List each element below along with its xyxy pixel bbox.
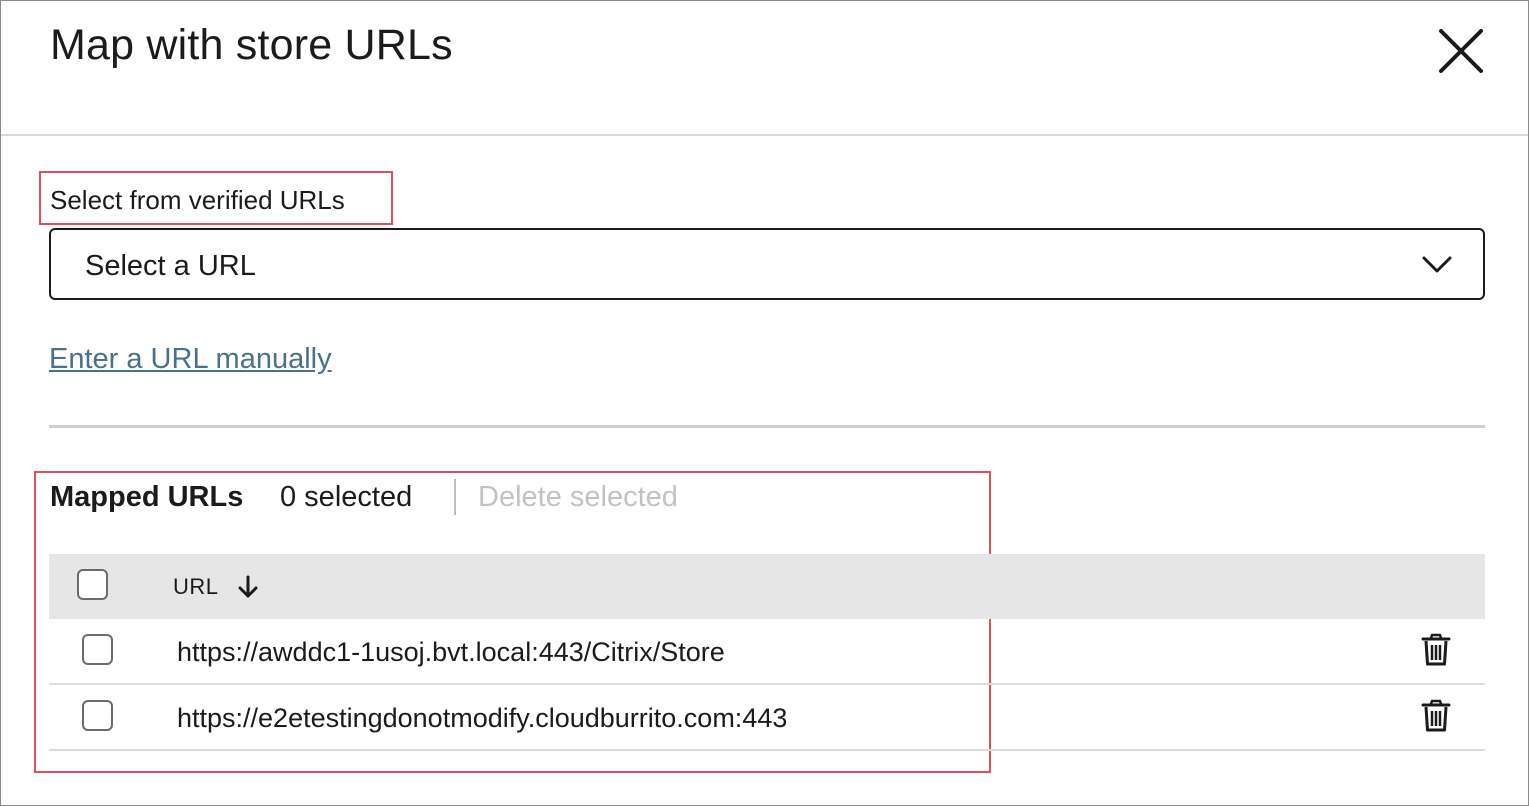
trash-icon[interactable] (1421, 633, 1451, 667)
mapped-urls-title: Mapped URLs (50, 481, 244, 513)
delete-selected-button[interactable]: Delete selected (478, 481, 678, 514)
verified-url-select[interactable]: Select a URL (49, 228, 1485, 300)
chevron-down-icon (1422, 256, 1452, 273)
table-header: URL (49, 554, 1485, 619)
row-checkbox[interactable] (82, 634, 113, 665)
close-button[interactable] (1435, 25, 1487, 77)
select-all-checkbox[interactable] (77, 569, 108, 600)
column-header-url[interactable]: URL (173, 574, 219, 600)
enter-url-manually-link[interactable]: Enter a URL manually (49, 343, 332, 376)
arrow-down-icon[interactable] (237, 574, 259, 600)
table-row: https://awddc1-1usoj.bvt.local:443/Citri… (49, 619, 1485, 685)
dialog-header: Map with store URLs (1, 1, 1528, 136)
close-icon (1439, 29, 1483, 73)
table-row: https://e2etestingdonotmodify.cloudburri… (49, 685, 1485, 751)
select-value: Select a URL (85, 250, 256, 282)
verified-urls-label: Select from verified URLs (50, 185, 345, 215)
toolbar-separator (454, 479, 456, 515)
row-url: https://e2etestingdonotmodify.cloudburri… (177, 703, 788, 733)
trash-icon[interactable] (1421, 699, 1451, 733)
row-checkbox[interactable] (82, 700, 113, 731)
section-divider (49, 425, 1485, 428)
row-url: https://awddc1-1usoj.bvt.local:443/Citri… (177, 637, 725, 667)
selected-count: 0 selected (280, 481, 413, 513)
map-store-urls-dialog: Map with store URLs Select from verified… (0, 0, 1529, 806)
dialog-title: Map with store URLs (50, 21, 453, 69)
